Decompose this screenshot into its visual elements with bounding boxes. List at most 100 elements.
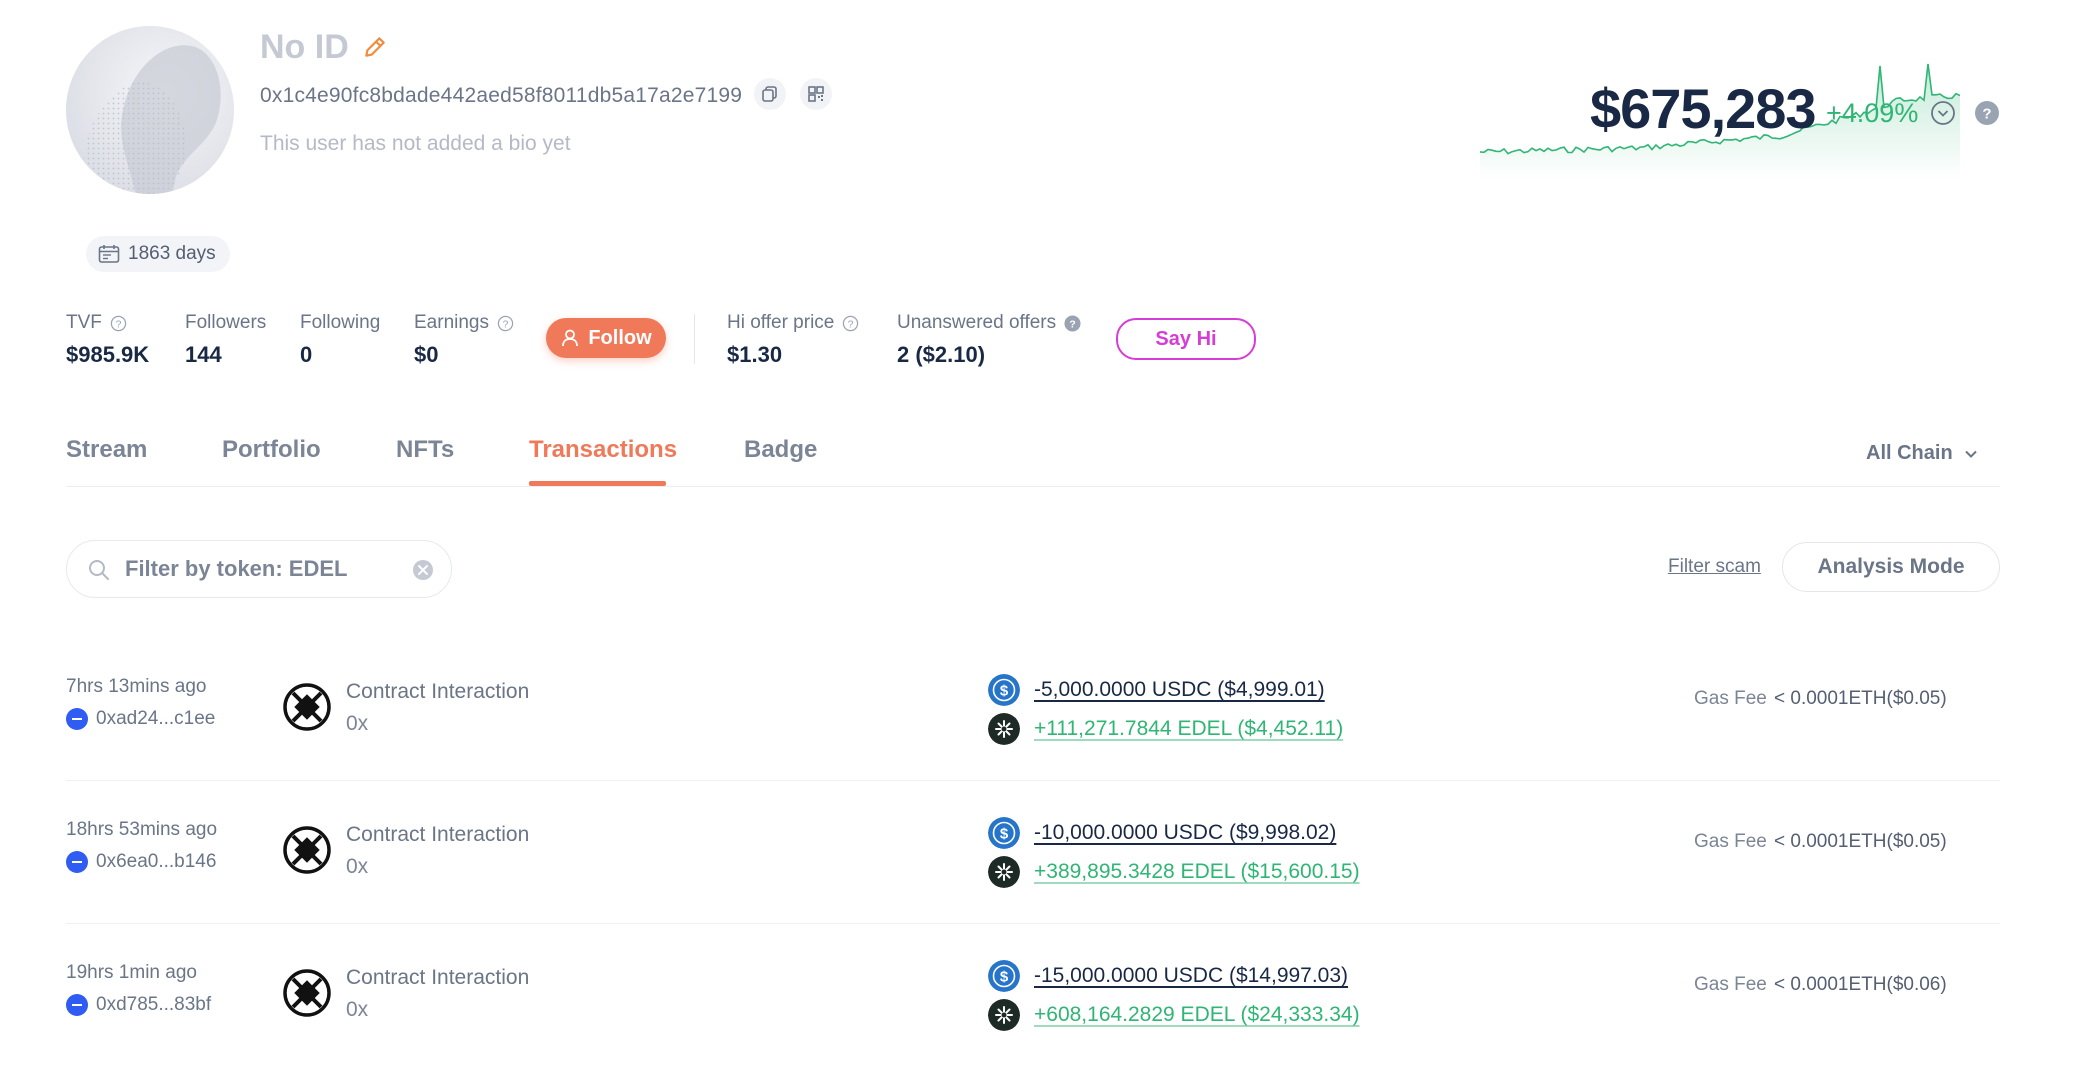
stat-tvf-value: $985.9K	[66, 342, 150, 367]
tx-time: 18hrs 53mins ago	[66, 819, 218, 840]
stat-followers-value: 144	[185, 342, 222, 367]
profile-bio: This user has not added a bio yet	[260, 132, 571, 155]
token-in[interactable]: +389,895.3428 EDEL ($15,600.15)	[988, 856, 1360, 888]
edel-icon	[988, 856, 1020, 888]
tx-address[interactable]: 0x	[346, 855, 368, 879]
transaction-row[interactable]: 19hrs 1min ago 0xd785...83bf Contract In…	[66, 924, 2000, 1067]
token-in[interactable]: +111,271.7844 EDEL ($4,452.11)	[988, 713, 1343, 745]
chain-filter-dropdown[interactable]: All Chain	[1866, 442, 1979, 465]
tx-hash[interactable]: 0x6ea0...b146	[66, 851, 216, 873]
svg-text:?: ?	[848, 319, 854, 330]
token-in-amount: +608,164.2829 EDEL ($24,333.34)	[1034, 1003, 1360, 1026]
help-filled-icon[interactable]: ?	[1064, 314, 1081, 332]
gas-fee-value: < 0.0001ETH($0.05)	[1774, 688, 1947, 709]
tab-nfts[interactable]: NFTs	[396, 436, 454, 464]
edit-icon[interactable]	[362, 34, 388, 60]
tx-time: 19hrs 1min ago	[66, 962, 197, 983]
qr-code-icon	[808, 86, 824, 102]
stat-unanswered-offers: Unanswered offers ? 2 ($2.10)	[897, 312, 1081, 368]
token-out-amount: -10,000.0000 USDC ($9,998.02)	[1034, 821, 1337, 844]
question-icon[interactable]: ?	[110, 315, 127, 332]
gas-fee-value: < 0.0001ETH($0.06)	[1774, 974, 1947, 995]
networth-change: +4.09%	[1826, 98, 1919, 128]
account-age-badge: 1863 days	[86, 236, 230, 272]
tx-hash-text: 0x6ea0...b146	[96, 851, 217, 872]
account-age-text: 1863 days	[128, 243, 216, 264]
tab-badge[interactable]: Badge	[744, 436, 817, 464]
avatar	[66, 26, 234, 194]
token-filter[interactable]	[66, 540, 452, 598]
clear-icon[interactable]	[411, 558, 435, 582]
svg-text:$: $	[1000, 683, 1009, 700]
filter-scam-link[interactable]: Filter scam	[1668, 556, 1761, 578]
gas-fee-value: < 0.0001ETH($0.05)	[1774, 831, 1947, 852]
help-icon[interactable]: ?	[1974, 100, 2000, 126]
svg-text:$: $	[1000, 969, 1009, 986]
token-out[interactable]: $ -10,000.0000 USDC ($9,998.02)	[988, 817, 1336, 849]
wallet-address: 0x1c4e90fc8bdade442aed58f8011db5a17a2e71…	[260, 84, 743, 107]
say-hi-button[interactable]: Say Hi	[1116, 318, 1256, 360]
stat-hi-offer-value: $1.30	[727, 342, 783, 367]
tx-hash-text: 0xad24...c1ee	[96, 708, 216, 729]
stat-earnings-value: $0	[414, 342, 439, 367]
stat-tvf-label: TVF	[66, 312, 102, 333]
analysis-mode-button[interactable]: Analysis Mode	[1782, 542, 2000, 592]
calendar-icon	[98, 245, 120, 263]
contract-icon	[283, 683, 331, 731]
tab-transactions[interactable]: Transactions	[529, 436, 677, 464]
usdc-icon: $	[988, 817, 1020, 849]
svg-text:?: ?	[503, 319, 509, 330]
svg-text:?: ?	[1069, 319, 1075, 330]
tx-hash[interactable]: 0xad24...c1ee	[66, 708, 215, 730]
transaction-row[interactable]: 18hrs 53mins ago 0x6ea0...b146 Contract …	[66, 781, 2000, 924]
stat-followers[interactable]: Followers 144	[185, 312, 266, 368]
question-icon[interactable]: ?	[842, 315, 859, 332]
tx-address[interactable]: 0x	[346, 998, 368, 1022]
svg-text:?: ?	[1982, 106, 1991, 123]
question-icon[interactable]: ?	[497, 315, 514, 332]
token-filter-input[interactable]	[125, 541, 395, 597]
stat-hi-offer: Hi offer price ? $1.30	[727, 312, 859, 368]
tabs-divider	[66, 486, 2000, 487]
follow-button[interactable]: Follow	[546, 318, 666, 358]
token-in[interactable]: +608,164.2829 EDEL ($24,333.34)	[988, 999, 1360, 1031]
networth-value: $675,283	[1590, 77, 1817, 140]
stat-following-label: Following	[300, 312, 381, 333]
tx-time: 7hrs 13mins ago	[66, 676, 207, 697]
tx-hash-text: 0xd785...83bf	[96, 994, 212, 1015]
copy-address-button[interactable]	[754, 78, 786, 110]
tab-portfolio[interactable]: Portfolio	[222, 436, 321, 464]
token-out-amount: -5,000.0000 USDC ($4,999.01)	[1034, 678, 1325, 701]
tab-stream[interactable]: Stream	[66, 436, 147, 464]
usdc-icon: $	[988, 674, 1020, 706]
chevron-down-icon	[1964, 450, 1977, 458]
token-out[interactable]: $ -5,000.0000 USDC ($4,999.01)	[988, 674, 1325, 706]
gas-fee-label: Gas Fee	[1694, 831, 1767, 852]
qr-code-button[interactable]	[800, 78, 832, 110]
tx-address[interactable]: 0x	[346, 712, 368, 736]
tx-type: Contract Interaction	[346, 823, 530, 846]
active-tab-indicator	[529, 481, 666, 486]
user-icon	[562, 329, 579, 347]
stat-unanswered-label: Unanswered offers	[897, 312, 1057, 333]
token-in-amount: +389,895.3428 EDEL ($15,600.15)	[1034, 860, 1360, 883]
token-out[interactable]: $ -15,000.0000 USDC ($14,997.03)	[988, 960, 1348, 992]
chevron-down-icon[interactable]	[1930, 100, 1956, 126]
tx-type: Contract Interaction	[346, 680, 530, 703]
stat-tvf: TVF ? $985.9K	[66, 312, 149, 368]
contract-icon	[283, 969, 331, 1017]
tx-hash[interactable]: 0xd785...83bf	[66, 994, 211, 1016]
stat-earnings-label: Earnings	[414, 312, 489, 333]
token-in-amount: +111,271.7844 EDEL ($4,452.11)	[1034, 717, 1344, 740]
chain-icon	[66, 708, 88, 730]
chain-icon	[66, 994, 88, 1016]
contract-icon	[283, 826, 331, 874]
stats-divider	[694, 314, 695, 364]
transaction-row[interactable]: 7hrs 13mins ago 0xad24...c1ee Contract I…	[66, 638, 2000, 781]
stat-hi-offer-label: Hi offer price	[727, 312, 835, 333]
gas-fee-label: Gas Fee	[1694, 974, 1767, 995]
stat-earnings: Earnings ? $0	[414, 312, 514, 368]
stat-following[interactable]: Following 0	[300, 312, 380, 368]
gas-fee-label: Gas Fee	[1694, 688, 1767, 709]
profile-name: No ID	[260, 28, 349, 66]
